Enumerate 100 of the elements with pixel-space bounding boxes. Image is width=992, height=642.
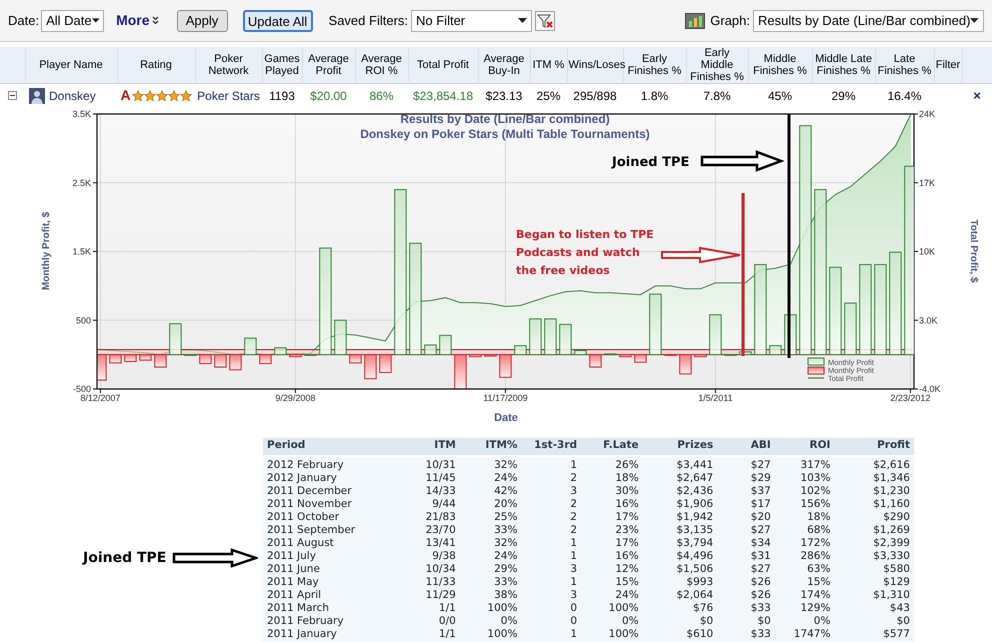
column-header: Early Finishes %: [628, 53, 682, 77]
saved-filters-select[interactable]: No Filter: [411, 10, 532, 32]
table-cell: 21/83: [426, 510, 456, 522]
column-header: Games Played: [264, 53, 300, 77]
player-link[interactable]: Donskey: [49, 86, 96, 105]
date-select[interactable]: All Date: [41, 10, 104, 32]
table-cell: $0: [757, 614, 771, 626]
table-cell: 11/29: [426, 588, 456, 600]
table-cell: 1: [570, 458, 578, 470]
axis-tick-label: 24K: [919, 108, 936, 118]
table-cell: 2011 May: [267, 576, 319, 588]
table-cell: $2,616: [873, 458, 910, 470]
table-cell: 9/44: [432, 498, 456, 510]
table-cell: 26%: [615, 458, 639, 470]
table-cell: $1,160: [873, 498, 910, 510]
star-icon: [180, 90, 192, 102]
update-all-button[interactable]: Update All: [242, 10, 313, 32]
axis-tick-label: 8/12/2007: [80, 392, 120, 402]
table-cell: 16%: [615, 550, 639, 562]
table-cell: $0: [700, 614, 714, 626]
table-cell: 63%: [807, 562, 830, 574]
table-cell: 3: [570, 484, 578, 496]
table-cell: 2011 March: [267, 602, 330, 614]
table-cell: 3: [570, 562, 578, 574]
axis-tick-label: 10K: [919, 246, 936, 256]
table-cell: 0/0: [438, 614, 456, 626]
graph-label: Graph:: [710, 12, 750, 30]
table-cell: $1,230: [873, 484, 910, 496]
table-cell: 2: [570, 510, 578, 522]
table-cell: 15%: [615, 576, 639, 588]
axis-tick-label: 1/5/2011: [698, 392, 733, 402]
table-cell: 24%: [615, 588, 639, 600]
table-cell: 1: [570, 536, 578, 548]
table-cell: 2: [570, 498, 578, 510]
table-cell: $1,906: [676, 498, 714, 510]
stat-value: 25%: [536, 88, 561, 103]
table-cell: 100%: [608, 628, 639, 640]
axis-tick-label: -4.0K: [919, 384, 941, 394]
table-cell: 11/33: [426, 576, 456, 588]
stat-value: 45%: [768, 88, 792, 103]
column-header: Average Buy-In: [484, 53, 524, 77]
chart-subtitle: Donskey on Poker Stars (Multi Table Tournaments): [360, 126, 650, 140]
clear-filter-icon[interactable]: [535, 10, 556, 30]
table-cell: 32%: [494, 458, 518, 470]
column-header: Middle Finishes %: [753, 53, 807, 77]
remove-button[interactable]: ×: [973, 86, 981, 106]
table-cell: 23%: [615, 524, 639, 536]
table-cell: 2011 June: [267, 562, 320, 574]
apply-button[interactable]: Apply: [176, 10, 228, 32]
collapse-icon[interactable]: [8, 91, 17, 100]
star-icon: [156, 90, 168, 102]
table-cell: $43: [890, 602, 910, 614]
axis-tick-label: 1.5K: [72, 246, 91, 256]
more-link[interactable]: More: [116, 10, 159, 31]
table-cell: 33%: [494, 524, 518, 536]
table-cell: 103%: [800, 472, 830, 484]
column-header: Filter: [936, 59, 960, 71]
network-link[interactable]: Poker Stars: [197, 88, 260, 103]
table-cell: $27: [750, 524, 771, 536]
stat-value: $23.13: [486, 88, 522, 103]
column-header: Average ROI %: [361, 53, 402, 77]
table-cell: 42%: [494, 484, 518, 496]
table-cell: 0%: [500, 614, 518, 626]
stat-value: 29%: [831, 88, 856, 103]
table-cell: 20%: [494, 498, 518, 510]
table-cell: 14/33: [426, 484, 456, 496]
column-header: ITM: [434, 439, 456, 452]
axis-tick-label: 9/29/2008: [275, 392, 316, 402]
table-cell: 2: [570, 472, 578, 484]
table-cell: 2011 July: [267, 550, 316, 562]
table-cell: $34: [750, 536, 771, 548]
table-cell: $1,310: [873, 588, 910, 600]
annotation-text: Joined TPE: [83, 548, 166, 568]
table-cell: $2,064: [676, 588, 714, 600]
axis-tick-label: 11/17/2009: [483, 392, 528, 402]
column-header: Average Profit: [308, 53, 349, 77]
date-label: Date:: [8, 12, 40, 30]
axis-tick-label: 17K: [919, 177, 936, 188]
graph-select[interactable]: Results by Date (Line/Bar combined): [753, 10, 984, 32]
column-header: Profit: [877, 439, 910, 452]
annotation-text: Began to listen to TPE Podcasts and watch the free videos: [516, 228, 654, 276]
table-cell: $4,496: [676, 550, 714, 562]
table-cell: $33: [750, 628, 771, 640]
column-header: Period: [267, 439, 306, 452]
table-cell: 0: [570, 602, 578, 614]
axis-tick-label: 2/23/2012: [890, 392, 930, 402]
table-cell: 3: [570, 588, 578, 600]
table-cell: 2011 September: [267, 524, 356, 536]
table-cell: 2: [570, 524, 578, 536]
star-icon: [168, 90, 180, 102]
table-cell: $2,436: [676, 484, 714, 496]
table-cell: 1: [570, 550, 578, 562]
table-cell: 156%: [800, 498, 830, 510]
column-header: 1st-3rd: [534, 439, 578, 452]
stat-value: 295/898: [573, 88, 617, 103]
table-cell: $26: [750, 588, 771, 600]
table-cell: $993: [686, 576, 714, 588]
user-avatar-icon: [29, 88, 45, 104]
table-cell: $1,346: [873, 472, 910, 484]
table-cell: 12%: [615, 562, 639, 574]
